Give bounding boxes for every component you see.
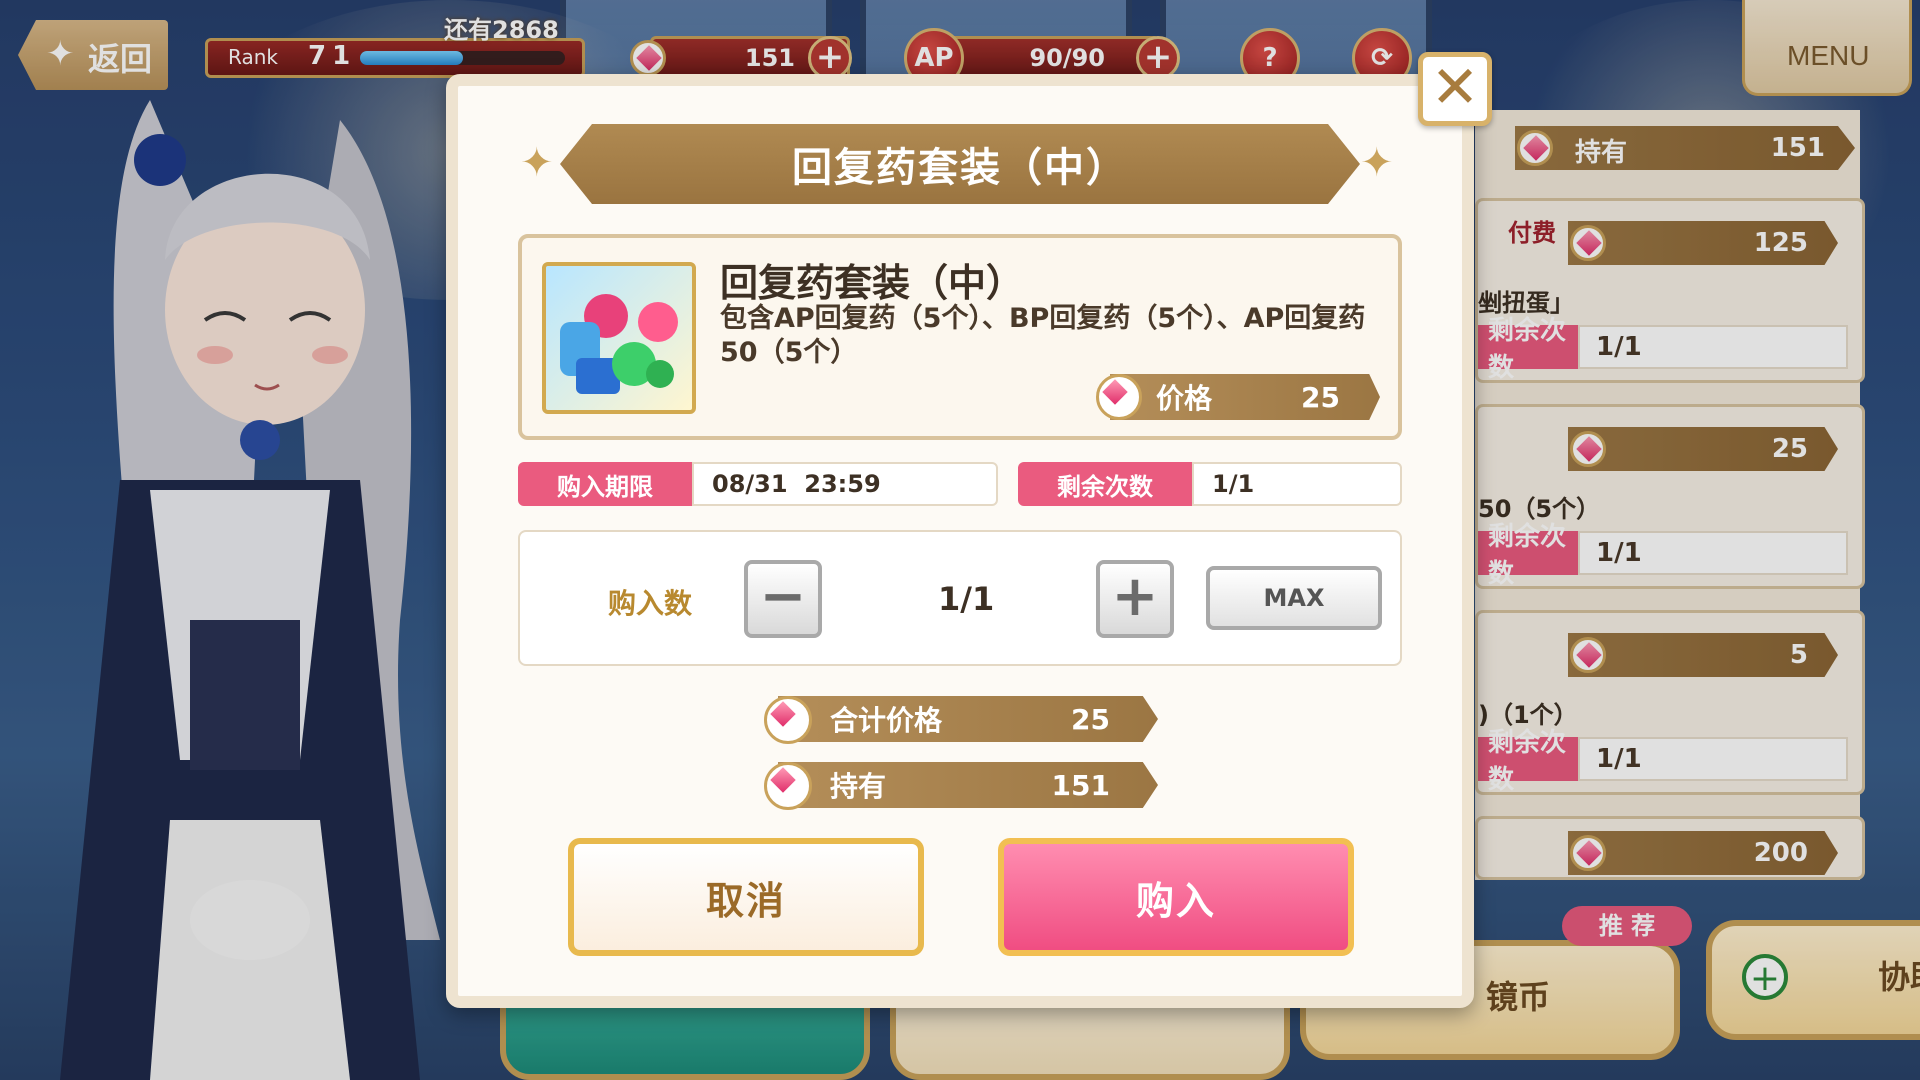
max-label: MAX: [1263, 584, 1325, 612]
potion-bottles-icon: [560, 294, 678, 394]
price-gem-icon: [1096, 374, 1142, 420]
close-button[interactable]: ✕: [1418, 52, 1492, 126]
increase-quantity-button[interactable]: +: [1096, 560, 1174, 638]
deadline-label: 购入期限: [518, 462, 692, 506]
owned-gems-label: 持有: [830, 770, 887, 803]
deadline-label-text: 购入期限: [557, 472, 653, 501]
owned-gems-value: 151: [1051, 768, 1110, 802]
buy-button[interactable]: 购入: [998, 838, 1354, 956]
potion-set-icon: [542, 262, 696, 414]
cancel-button[interactable]: 取消: [568, 838, 924, 956]
max-quantity-button[interactable]: MAX: [1206, 566, 1382, 630]
remain-count-value-text: 1/1: [1212, 470, 1255, 498]
total-gem-icon: [764, 696, 812, 744]
owned-gem-icon: [764, 762, 812, 810]
item-price: 价格 25: [1110, 374, 1380, 420]
owned-gems: 持有 151: [778, 762, 1158, 808]
total-price-value: 25: [1071, 702, 1110, 736]
remain-count-label-text: 剩余次数: [1057, 472, 1153, 501]
decrease-quantity-button[interactable]: −: [744, 560, 822, 638]
item-name: 回复药套装（中）: [720, 261, 1025, 305]
buy-label: 购入: [1135, 878, 1216, 923]
plus-icon: +: [1111, 564, 1159, 629]
deadline-value-text: 08/31 23:59: [712, 470, 881, 498]
dialog-title: 回复药套装（中）: [560, 124, 1360, 204]
minus-icon: −: [759, 564, 807, 629]
item-price-value: 25: [1301, 380, 1340, 414]
total-price: 合计价格 25: [778, 696, 1158, 742]
sparkle-icon: ✦: [1360, 140, 1394, 186]
item-price-label: 价格: [1156, 382, 1213, 415]
dialog-title-text: 回复药套装（中）: [792, 145, 1128, 191]
quantity-label: 购入数: [608, 587, 693, 620]
cancel-label: 取消: [705, 878, 786, 923]
remain-count-value: 1/1: [1192, 462, 1402, 506]
item-description: 包含AP回复药（5个）、BP回复药（5个）、AP回复药50（5个）: [720, 303, 1366, 368]
remain-count-label: 剩余次数: [1018, 462, 1192, 506]
quantity-value: 1/1: [938, 580, 995, 618]
close-icon: ✕: [1430, 53, 1480, 121]
total-price-label: 合计价格: [830, 704, 943, 737]
sparkle-icon: ✦: [520, 140, 554, 186]
deadline-value: 08/31 23:59: [692, 462, 998, 506]
